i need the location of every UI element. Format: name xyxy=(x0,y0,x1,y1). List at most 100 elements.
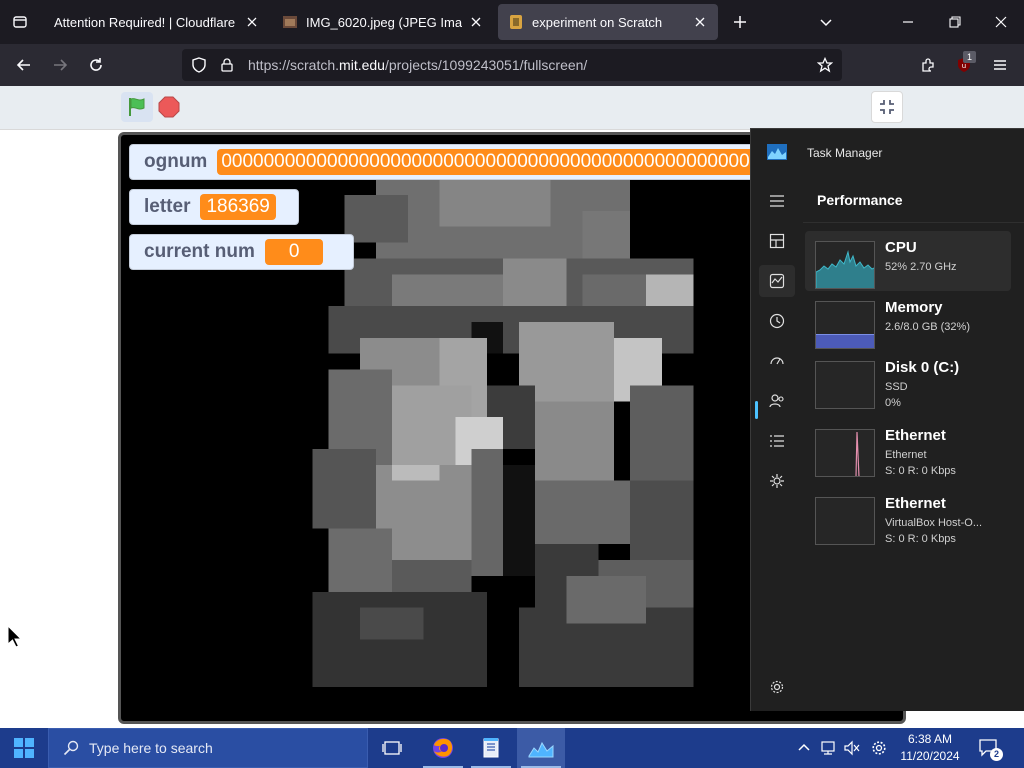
compress-icon xyxy=(880,100,894,114)
app-history-icon[interactable] xyxy=(759,305,795,337)
performance-icon[interactable] xyxy=(759,265,795,297)
extensions-icon[interactable] xyxy=(914,51,942,79)
item-detail: 2.6/8.0 GB (32%) xyxy=(885,321,970,333)
services-icon[interactable] xyxy=(759,465,795,497)
settings-gear-icon[interactable] xyxy=(868,728,890,768)
task-view-icon[interactable] xyxy=(368,728,416,768)
disk-graph xyxy=(815,361,875,409)
lock-icon[interactable] xyxy=(216,54,238,76)
clock-time: 6:38 AM xyxy=(907,732,953,746)
startup-apps-icon[interactable] xyxy=(759,345,795,377)
tab-label: experiment on Scratch xyxy=(532,14,663,30)
item-detail-2: S: 0 R: 0 Kbps xyxy=(885,465,956,477)
monitor-value: 186369 xyxy=(200,194,276,220)
green-flag-button[interactable] xyxy=(121,92,153,122)
scratch-cat-icon xyxy=(508,14,524,30)
monitor-value: 0 xyxy=(264,239,324,265)
taskbar-clock[interactable]: 6:38 AM 11/20/2024 xyxy=(896,731,964,765)
svg-text:u: u xyxy=(962,62,966,70)
windows-taskbar: Type here to search 6:38 AM 11/20/2024 2 xyxy=(0,728,1024,768)
task-manager-window[interactable]: Task Manager Performance CPU 52% 2.70 GH… xyxy=(750,128,1024,711)
close-icon[interactable] xyxy=(692,14,708,30)
ethernet-graph xyxy=(815,429,875,477)
item-detail: 52% 2.70 GHz xyxy=(885,261,957,273)
notification-center-icon[interactable]: 2 xyxy=(974,728,1004,768)
url-path: /projects/1099243051/fullscreen/ xyxy=(384,57,588,73)
reload-button[interactable] xyxy=(82,51,110,79)
item-detail: SSD xyxy=(885,381,908,393)
nav-selection-indicator xyxy=(755,401,758,419)
perf-item-ethernet-virtualbox[interactable]: Ethernet VirtualBox Host-O... S: 0 R: 0 … xyxy=(805,487,1011,547)
item-name: Memory xyxy=(885,299,943,316)
variable-monitor-current-num[interactable]: current num 0 xyxy=(129,234,354,270)
notepad-icon[interactable] xyxy=(467,728,515,768)
item-name: Ethernet xyxy=(885,427,946,444)
tab-cloudflare[interactable]: Attention Required! | Cloudflare xyxy=(44,4,270,40)
perf-item-ethernet[interactable]: Ethernet Ethernet S: 0 R: 0 Kbps xyxy=(805,419,1011,479)
item-name: Disk 0 (C:) xyxy=(885,359,960,376)
monitor-value: 0000000000000000000000000000000000000000… xyxy=(217,149,768,175)
perf-item-cpu[interactable]: CPU 52% 2.70 GHz xyxy=(805,231,1011,291)
performance-header: Performance xyxy=(817,192,903,208)
settings-gear-icon[interactable] xyxy=(759,671,795,703)
windows-start-button[interactable] xyxy=(0,728,48,768)
exit-fullscreen-button[interactable] xyxy=(871,91,903,123)
address-bar[interactable]: https://scratch.mit.edu/projects/1099243… xyxy=(182,49,842,81)
task-manager-title: Task Manager xyxy=(807,146,883,160)
tab-scratch[interactable]: experiment on Scratch xyxy=(498,4,718,40)
variable-monitor-ognum[interactable]: ognum 0000000000000000000000000000000000… xyxy=(129,144,769,180)
star-icon[interactable] xyxy=(814,54,836,76)
ethernet-graph xyxy=(815,497,875,545)
task-manager-titlebar: Task Manager xyxy=(751,129,1024,177)
divider xyxy=(803,222,1024,223)
back-button[interactable] xyxy=(10,51,38,79)
url-prefix: https://scratch. xyxy=(248,57,340,73)
clock-date: 11/20/2024 xyxy=(900,749,960,763)
url-text: https://scratch.mit.edu/projects/1099243… xyxy=(248,57,587,73)
task-manager-logo-icon xyxy=(767,144,787,160)
perf-item-disk[interactable]: Disk 0 (C:) SSD 0% xyxy=(805,351,1011,411)
shield-icon[interactable] xyxy=(188,54,210,76)
cpu-graph xyxy=(815,241,875,289)
item-detail-2: 0% xyxy=(885,397,901,409)
new-tab-button[interactable] xyxy=(728,10,752,34)
browser-tab-strip: Attention Required! | Cloudflare IMG_602… xyxy=(0,0,1024,44)
taskbar-search-box[interactable]: Type here to search xyxy=(48,728,368,768)
task-manager-nav xyxy=(751,177,803,712)
processes-icon[interactable] xyxy=(759,225,795,257)
details-icon[interactable] xyxy=(759,425,795,457)
minimize-button[interactable] xyxy=(894,8,922,36)
stop-button[interactable] xyxy=(158,96,180,118)
windows-logo-icon xyxy=(14,738,34,758)
notification-count: 2 xyxy=(990,748,1003,761)
item-detail: Ethernet xyxy=(885,449,927,461)
close-icon[interactable] xyxy=(244,14,260,30)
tab-list-icon[interactable] xyxy=(6,8,34,36)
close-window-button[interactable] xyxy=(987,8,1015,36)
tab-image[interactable]: IMG_6020.jpeg (JPEG Image, 45 xyxy=(272,4,494,40)
restore-button[interactable] xyxy=(941,8,969,36)
menu-icon[interactable] xyxy=(986,51,1014,79)
monitor-label: ognum xyxy=(144,151,208,172)
forward-button[interactable] xyxy=(46,51,74,79)
tab-label: Attention Required! | Cloudflare xyxy=(54,14,236,30)
memory-graph xyxy=(815,301,875,349)
chevron-up-icon[interactable] xyxy=(794,728,814,768)
item-detail-2: S: 0 R: 0 Kbps xyxy=(885,533,956,545)
url-domain: mit.edu xyxy=(339,57,385,73)
browser-nav-bar: https://scratch.mit.edu/projects/1099243… xyxy=(0,44,1024,86)
users-icon[interactable] xyxy=(759,385,795,417)
extension-badge: 1 xyxy=(963,51,976,63)
monitor-label: letter xyxy=(144,196,191,217)
chevron-down-icon[interactable] xyxy=(814,10,838,34)
variable-monitor-letter[interactable]: letter 186369 xyxy=(129,189,299,225)
task-manager-taskbar-icon[interactable] xyxy=(517,728,565,768)
hamburger-icon[interactable] xyxy=(759,185,795,217)
volume-muted-icon[interactable] xyxy=(841,728,863,768)
firefox-icon[interactable] xyxy=(419,728,467,768)
pixel-art-image xyxy=(312,179,710,687)
close-icon[interactable] xyxy=(468,14,484,30)
network-icon[interactable] xyxy=(817,728,839,768)
item-name: CPU xyxy=(885,239,917,256)
perf-item-memory[interactable]: Memory 2.6/8.0 GB (32%) xyxy=(805,291,1011,351)
